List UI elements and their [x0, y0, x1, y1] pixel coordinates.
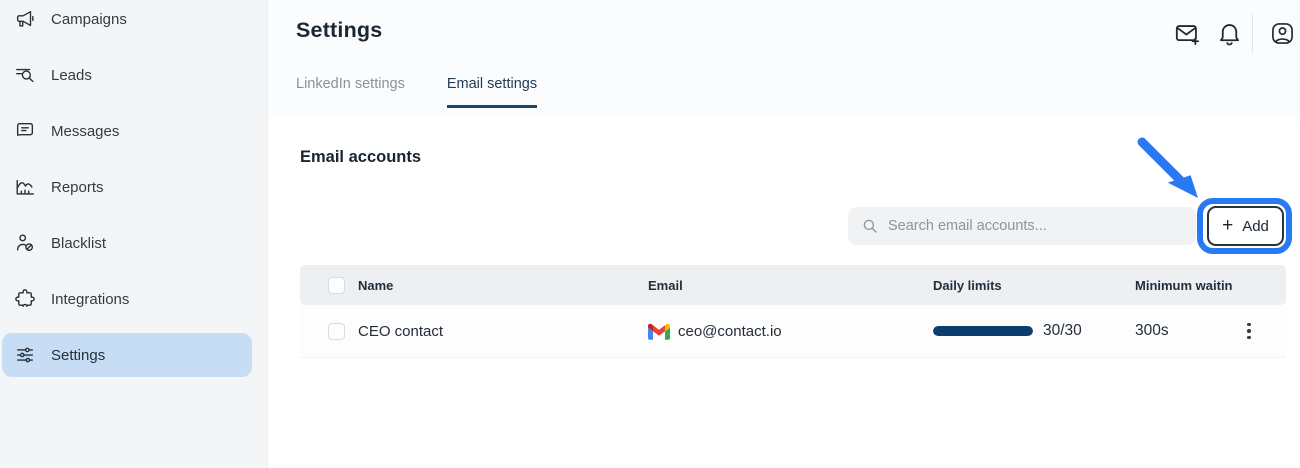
section-title: Email accounts [300, 148, 421, 167]
blocked-user-icon [14, 232, 36, 254]
select-all-checkbox[interactable] [328, 277, 345, 294]
search-input[interactable] [888, 218, 1158, 234]
sidebar-item-integrations[interactable]: Integrations [2, 277, 252, 321]
plus-icon: + [1222, 216, 1233, 235]
tab-bar: LinkedIn settings Email settings [296, 76, 537, 108]
message-bubble-icon [14, 120, 36, 142]
page-title: Settings [296, 18, 382, 43]
sidebar-nav: Campaigns Leads Messages [0, 0, 268, 377]
search-icon [861, 217, 879, 235]
sidebar-item-label: Campaigns [51, 11, 127, 28]
header-actions [1168, 12, 1300, 56]
header-divider [1252, 14, 1253, 52]
add-button[interactable]: + Add [1207, 206, 1284, 246]
gmail-icon [648, 323, 670, 340]
sidebar-item-settings[interactable]: Settings [2, 333, 252, 377]
puzzle-icon [14, 288, 36, 310]
daily-progress-fill [933, 326, 1033, 336]
sidebar-item-leads[interactable]: Leads [2, 53, 252, 97]
sidebar-item-campaigns[interactable]: Campaigns [2, 0, 252, 41]
sliders-icon [14, 344, 36, 366]
column-header-waiting: Minimum waiting [1135, 278, 1233, 293]
annotation-arrow-icon [1132, 136, 1216, 212]
account-name: CEO contact [358, 323, 648, 340]
sidebar: Campaigns Leads Messages [0, 0, 268, 468]
tab-email-settings[interactable]: Email settings [447, 76, 537, 108]
mail-plus-icon[interactable] [1174, 21, 1201, 48]
sidebar-item-label: Leads [51, 67, 92, 84]
search-box[interactable] [848, 207, 1196, 245]
megaphone-icon [14, 8, 36, 30]
column-header-daily: Daily limits [933, 278, 1135, 293]
profile-icon[interactable] [1270, 21, 1295, 46]
bell-icon[interactable] [1216, 20, 1243, 47]
report-chart-icon [14, 176, 36, 198]
min-waiting-value: 300s [1135, 322, 1169, 340]
daily-limit-value: 30/30 [1043, 322, 1082, 340]
sidebar-item-label: Blacklist [51, 235, 106, 252]
daily-limit-progress-bar [933, 326, 1033, 336]
sidebar-item-label: Integrations [51, 291, 129, 308]
add-button-label: Add [1242, 218, 1269, 235]
tab-linkedin-settings[interactable]: LinkedIn settings [296, 76, 405, 108]
account-email: ceo@contact.io [678, 323, 782, 340]
sidebar-item-blacklist[interactable]: Blacklist [2, 221, 252, 265]
row-menu-kebab-icon[interactable] [1243, 319, 1255, 344]
leads-search-icon [14, 64, 36, 86]
row-checkbox[interactable] [328, 323, 345, 340]
column-header-email: Email [648, 278, 933, 293]
table-header-row: Name Email Daily limits Minimum waiting [300, 265, 1286, 305]
column-header-name: Name [358, 278, 648, 293]
sidebar-item-messages[interactable]: Messages [2, 109, 252, 153]
sidebar-item-label: Messages [51, 123, 119, 140]
sidebar-item-label: Settings [51, 347, 105, 364]
table-row: CEO contact ceo@contact.io 30/30 300s [300, 305, 1286, 358]
email-accounts-table: Name Email Daily limits Minimum waiting … [300, 265, 1286, 358]
sidebar-item-reports[interactable]: Reports [2, 165, 252, 209]
sidebar-item-label: Reports [51, 179, 104, 196]
app-window: Campaigns Leads Messages [0, 0, 1300, 468]
